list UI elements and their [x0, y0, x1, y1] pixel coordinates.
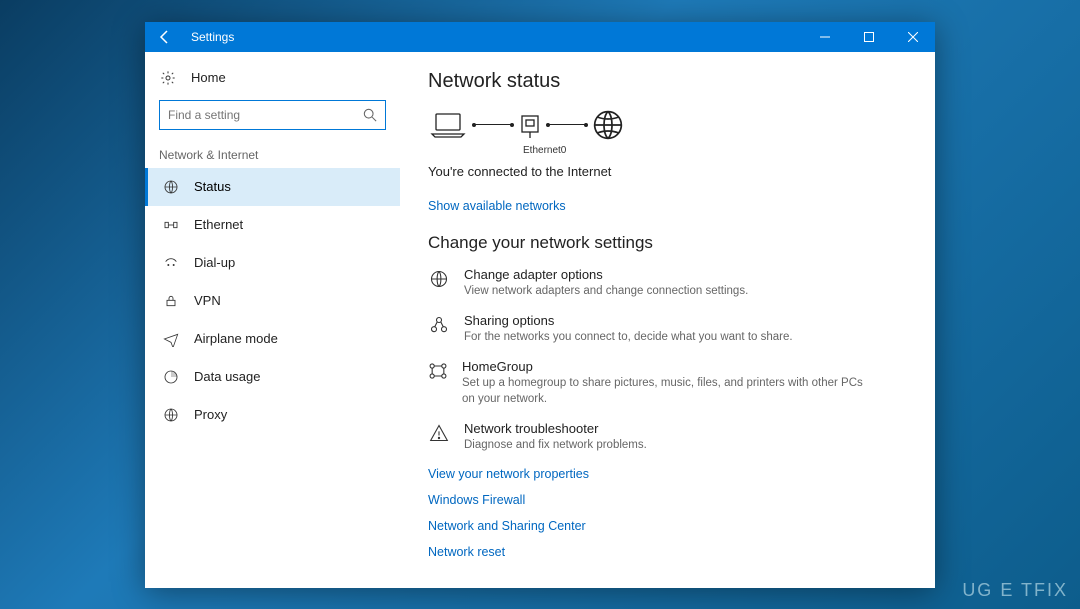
- proxy-icon: [162, 407, 180, 423]
- search-input[interactable]: [168, 108, 363, 122]
- option-homegroup[interactable]: HomeGroup Set up a homegroup to share pi…: [428, 359, 868, 407]
- data-icon: [162, 369, 180, 385]
- search-icon: [363, 108, 377, 122]
- globe-icon: [428, 267, 450, 299]
- link-network-sharing-center[interactable]: Network and Sharing Center: [428, 519, 907, 533]
- show-networks-link[interactable]: Show available networks: [428, 199, 566, 213]
- option-title: Network troubleshooter: [464, 421, 647, 436]
- settings-window: Settings Home: [145, 22, 935, 588]
- window-title: Settings: [185, 30, 803, 44]
- sidebar-item-label: VPN: [194, 293, 221, 308]
- sidebar-item-airplane[interactable]: Airplane mode: [145, 320, 400, 358]
- vpn-icon: [162, 293, 180, 309]
- connection-line: [474, 124, 512, 125]
- close-button[interactable]: [891, 22, 935, 52]
- adapter-label: Ethernet0: [523, 145, 907, 156]
- arrow-left-icon: [157, 29, 173, 45]
- titlebar: Settings: [145, 22, 935, 52]
- sidebar-item-status[interactable]: Status: [145, 168, 400, 206]
- maximize-icon: [864, 32, 874, 42]
- sidebar-item-label: Ethernet: [194, 217, 243, 232]
- watermark: UG E TFIX: [962, 580, 1068, 601]
- search-box[interactable]: [159, 100, 386, 130]
- option-desc: Diagnose and fix network problems.: [464, 437, 647, 453]
- sidebar-item-label: Status: [194, 179, 231, 194]
- dialup-icon: [162, 255, 180, 271]
- link-network-properties[interactable]: View your network properties: [428, 467, 907, 481]
- ethernet-icon: [162, 217, 180, 233]
- option-sharing[interactable]: Sharing options For the networks you con…: [428, 313, 868, 345]
- page-heading: Network status: [428, 70, 907, 93]
- sidebar-item-label: Proxy: [194, 407, 227, 422]
- sharing-icon: [428, 313, 450, 345]
- main-content: Network status Ethernet0 You're connecte: [400, 52, 935, 588]
- globe-icon: [592, 109, 624, 141]
- sidebar-item-datausage[interactable]: Data usage: [145, 358, 400, 396]
- option-troubleshooter[interactable]: Network troubleshooter Diagnose and fix …: [428, 421, 868, 453]
- maximize-button[interactable]: [847, 22, 891, 52]
- connection-line: [548, 124, 586, 125]
- minimize-button[interactable]: [803, 22, 847, 52]
- option-title: HomeGroup: [462, 359, 868, 374]
- sidebar-item-dialup[interactable]: Dial-up: [145, 244, 400, 282]
- status-icon: [162, 179, 180, 195]
- section-heading: Change your network settings: [428, 233, 907, 253]
- option-change-adapter[interactable]: Change adapter options View network adap…: [428, 267, 868, 299]
- home-label: Home: [191, 70, 226, 85]
- home-button[interactable]: Home: [145, 64, 400, 92]
- link-windows-firewall[interactable]: Windows Firewall: [428, 493, 907, 507]
- adapter-icon: [518, 110, 542, 140]
- sidebar-category: Network & Internet: [145, 138, 400, 168]
- option-desc: Set up a homegroup to share pictures, mu…: [462, 375, 868, 407]
- network-diagram: [428, 109, 907, 141]
- option-desc: For the networks you connect to, decide …: [464, 329, 793, 345]
- option-desc: View network adapters and change connect…: [464, 283, 748, 299]
- sidebar-item-proxy[interactable]: Proxy: [145, 396, 400, 434]
- back-button[interactable]: [145, 22, 185, 52]
- homegroup-icon: [428, 359, 448, 407]
- sidebar-item-label: Airplane mode: [194, 331, 278, 346]
- laptop-icon: [428, 110, 468, 140]
- gear-icon: [159, 70, 177, 86]
- sidebar: Home Network & Internet Status: [145, 52, 400, 588]
- sidebar-item-vpn[interactable]: VPN: [145, 282, 400, 320]
- option-title: Change adapter options: [464, 267, 748, 282]
- window-controls: [803, 22, 935, 52]
- close-icon: [908, 32, 918, 42]
- link-list: View your network properties Windows Fir…: [428, 467, 907, 559]
- warning-icon: [428, 421, 450, 453]
- sidebar-item-label: Dial-up: [194, 255, 235, 270]
- sidebar-item-ethernet[interactable]: Ethernet: [145, 206, 400, 244]
- sidebar-item-label: Data usage: [194, 369, 261, 384]
- airplane-icon: [162, 331, 180, 347]
- option-title: Sharing options: [464, 313, 793, 328]
- link-network-reset[interactable]: Network reset: [428, 545, 907, 559]
- connection-status: You're connected to the Internet: [428, 164, 907, 179]
- minimize-icon: [820, 32, 830, 42]
